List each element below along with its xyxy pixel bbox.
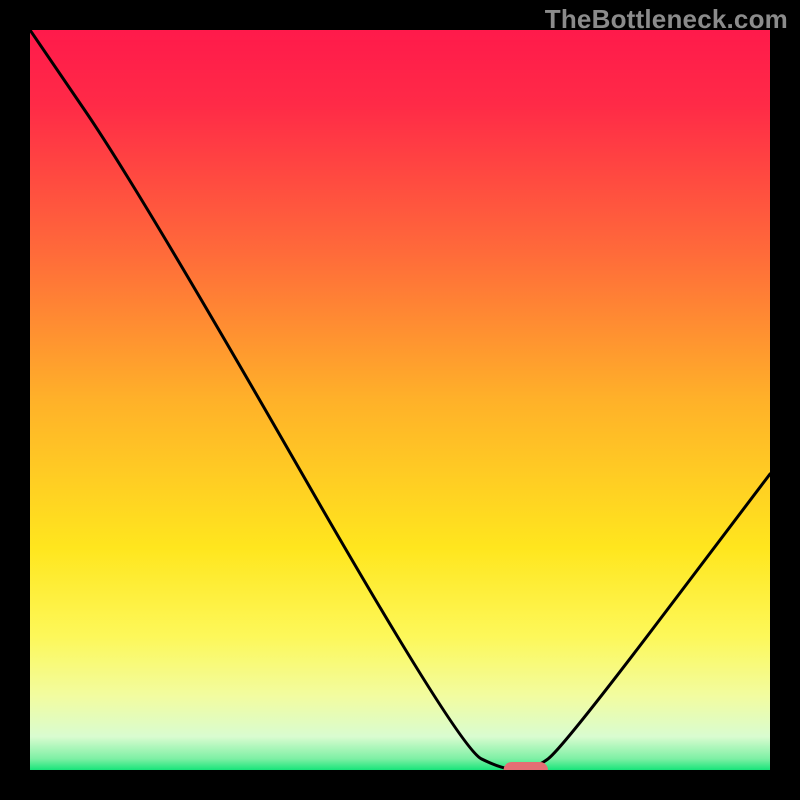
optimal-marker xyxy=(504,762,548,770)
bottleneck-chart xyxy=(30,30,770,770)
gradient-background xyxy=(30,30,770,770)
plot-area xyxy=(30,30,770,770)
chart-frame: TheBottleneck.com xyxy=(0,0,800,800)
